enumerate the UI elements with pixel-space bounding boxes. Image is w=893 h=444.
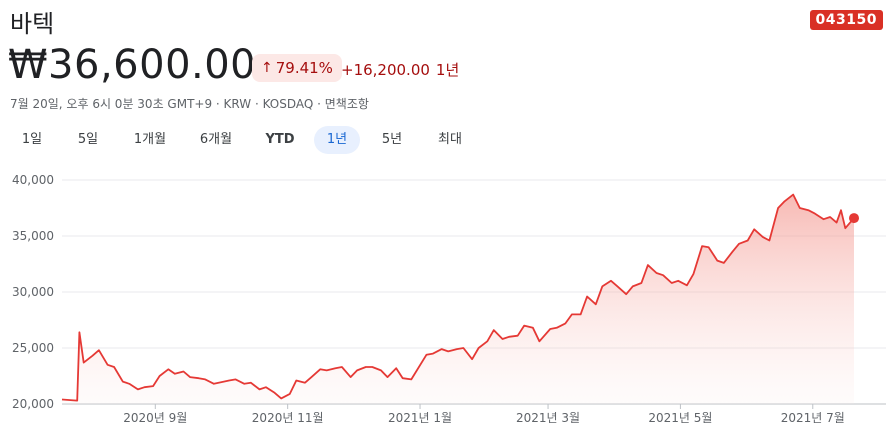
x-tick-label: 2020년 9월 bbox=[123, 411, 187, 425]
x-tick-label: 2020년 11월 bbox=[252, 411, 324, 425]
y-tick-label: 40,000 bbox=[12, 173, 54, 187]
tab-6m[interactable]: 6개월 bbox=[190, 126, 242, 154]
arrow-up-icon: ↑ bbox=[261, 60, 273, 76]
x-tick-label: 2021년 1월 bbox=[388, 411, 452, 425]
tab-1d[interactable]: 1일 bbox=[12, 126, 52, 154]
y-tick-label: 35,000 bbox=[12, 229, 54, 243]
current-price: ₩36,600.00 bbox=[8, 42, 257, 88]
company-name: 바텍 bbox=[10, 10, 55, 38]
x-tick-label: 2021년 5월 bbox=[648, 411, 712, 425]
tab-5d[interactable]: 5일 bbox=[68, 126, 108, 154]
change-absolute: +16,200.00 1년 bbox=[341, 59, 459, 80]
tab-max[interactable]: 최대 bbox=[428, 126, 472, 154]
ticker-badge: 043150 bbox=[809, 10, 883, 30]
change-percent: 79.41% bbox=[275, 59, 333, 77]
tab-ytd[interactable]: YTD bbox=[258, 126, 302, 154]
tab-1y[interactable]: 1년 bbox=[314, 126, 360, 154]
last-price-marker[interactable] bbox=[849, 213, 859, 224]
x-tick-label: 2021년 3월 bbox=[516, 411, 580, 425]
y-tick-label: 25,000 bbox=[12, 341, 54, 355]
tab-1m[interactable]: 1개월 bbox=[124, 126, 176, 154]
change-period: 1년 bbox=[435, 61, 460, 79]
y-tick-label: 20,000 bbox=[12, 397, 54, 411]
change-percent-badge: ↑ 79.41% bbox=[252, 54, 342, 82]
change-absolute-value: +16,200.00 bbox=[341, 61, 430, 79]
tab-5y[interactable]: 5년 bbox=[372, 126, 412, 154]
x-tick-label: 2021년 7월 bbox=[781, 411, 845, 425]
y-tick-label: 30,000 bbox=[12, 285, 54, 299]
quote-meta: 7월 20일, 오후 6시 0분 30초 GMT+9 · KRW · KOSDA… bbox=[10, 97, 369, 111]
price-chart[interactable]: 20,000 25,000 30,000 35,000 40,000 2020년 9월 20… bbox=[0, 160, 893, 444]
range-tabs: 1일 5일 1개월 6개월 YTD 1년 5년 최대 bbox=[0, 126, 893, 154]
